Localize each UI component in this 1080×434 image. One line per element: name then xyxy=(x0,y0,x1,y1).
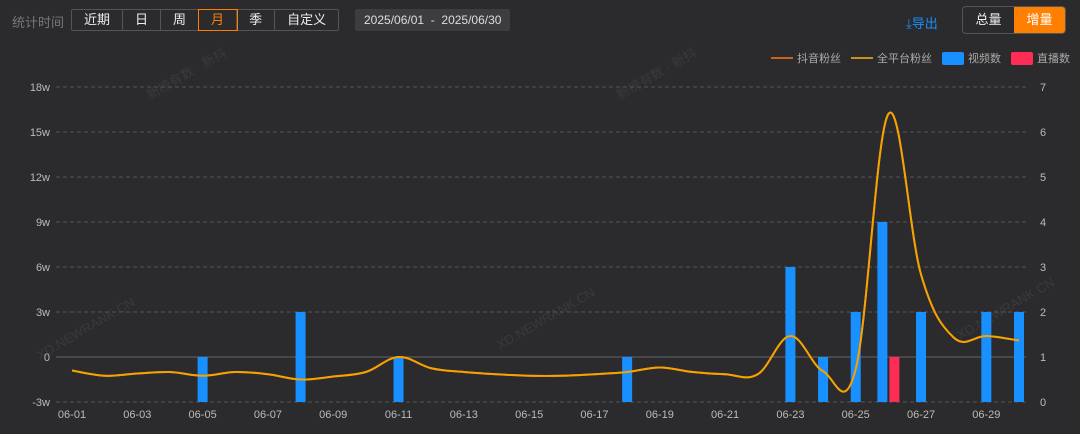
x-tick-label: 06-09 xyxy=(319,409,347,421)
bar-video xyxy=(622,357,633,402)
y-left-tick-label: 18w xyxy=(30,82,50,94)
x-tick-label: 06-05 xyxy=(189,409,217,421)
x-tick-label: 06-17 xyxy=(580,409,608,421)
bar-video xyxy=(818,357,829,402)
y-left-tick-label: 15w xyxy=(30,127,50,139)
y-left-tick-label: 3w xyxy=(36,307,50,319)
x-tick-label: 06-11 xyxy=(385,409,412,421)
bar-video xyxy=(877,222,888,402)
bar-video xyxy=(981,312,992,402)
chart: 新榜有数 · 新抖 新榜有数 · 新抖XD.NEWRANK.CN XD.NEWRAN… xyxy=(30,45,1057,421)
y-right-tick-label: 0 xyxy=(1040,397,1046,409)
bar-video xyxy=(1014,312,1024,402)
watermark: 新榜有数 · 新抖 xyxy=(614,45,699,103)
bar-video xyxy=(850,312,861,402)
y-right-tick-label: 7 xyxy=(1040,82,1046,94)
watermark: 新榜有数 · 新抖 xyxy=(144,45,229,103)
bar-live xyxy=(889,357,900,402)
line-all-platform-fans xyxy=(71,111,1020,393)
x-tick-label: 06-13 xyxy=(450,409,478,421)
y-right-tick-label: 5 xyxy=(1040,172,1046,184)
y-left-tick-label: -3w xyxy=(32,397,50,409)
x-tick-label: 06-29 xyxy=(972,409,1000,421)
watermark: XD.NEWRANK.CN xyxy=(494,284,597,352)
y-left-tick-label: 9w xyxy=(36,217,50,229)
x-tick-label: 06-23 xyxy=(776,409,804,421)
bar-video xyxy=(295,312,306,402)
x-tick-label: 06-15 xyxy=(515,409,543,421)
y-right-tick-label: 3 xyxy=(1040,262,1046,274)
y-left-tick-label: 12w xyxy=(30,172,50,184)
bar-video xyxy=(916,312,927,402)
y-right-tick-label: 1 xyxy=(1040,352,1046,364)
y-left-tick-label: 0 xyxy=(44,352,50,364)
bar-video xyxy=(785,267,796,402)
bar-video xyxy=(197,357,208,402)
x-tick-label: 06-01 xyxy=(58,409,86,421)
x-tick-label: 06-07 xyxy=(254,409,282,421)
x-tick-label: 06-21 xyxy=(711,409,739,421)
y-right-tick-label: 6 xyxy=(1040,127,1046,139)
bar-video xyxy=(393,357,404,402)
y-left-tick-label: 6w xyxy=(36,262,50,274)
y-right-tick-label: 2 xyxy=(1040,307,1046,319)
x-tick-label: 06-27 xyxy=(907,409,935,421)
x-tick-label: 06-25 xyxy=(842,409,870,421)
x-tick-label: 06-19 xyxy=(646,409,674,421)
y-right-tick-label: 4 xyxy=(1040,217,1046,229)
x-tick-label: 06-03 xyxy=(123,409,151,421)
line-douyin-fans xyxy=(71,111,1020,393)
